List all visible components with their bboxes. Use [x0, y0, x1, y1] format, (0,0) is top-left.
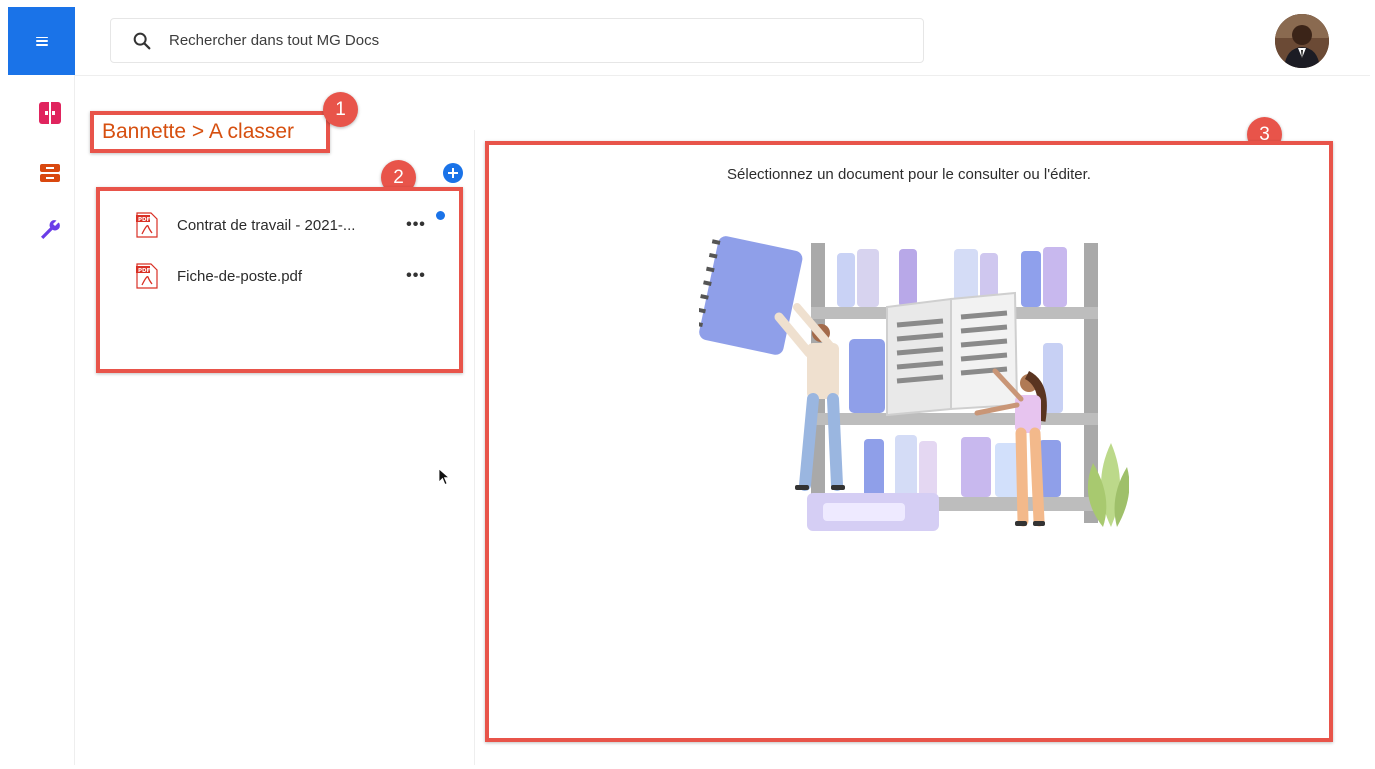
file-name: Contrat de travail - 2021-...: [177, 216, 356, 234]
avatar-photo-icon: [1275, 14, 1329, 68]
sidebar: [8, 75, 75, 765]
list-item[interactable]: PDF Fiche-de-poste.pdf •••: [136, 258, 436, 294]
hamburger-icon: [35, 36, 48, 46]
annotation-badge-1: 1: [323, 92, 358, 127]
add-document-button[interactable]: [443, 163, 463, 183]
file-name: Fiche-de-poste.pdf: [177, 267, 303, 285]
svg-text:PDF: PDF: [138, 217, 151, 223]
search-input[interactable]: Rechercher dans tout MG Docs: [169, 32, 379, 49]
bookshelf-illustration: [699, 236, 1129, 531]
search-icon: [133, 32, 151, 49]
pdf-file-icon: PDF: [136, 212, 158, 238]
breadcrumb-highlight: Bannette > A classer: [90, 111, 330, 153]
panel-divider: [474, 130, 475, 765]
file-list: PDF Contrat de travail - 2021-... ••• PD…: [96, 187, 463, 373]
svg-text:PDF: PDF: [138, 268, 151, 274]
plus-icon: [448, 168, 458, 178]
wrench-icon[interactable]: [38, 217, 62, 241]
header-divider: [75, 75, 1370, 76]
user-avatar[interactable]: [1275, 14, 1329, 68]
inbox-tray-icon[interactable]: [38, 161, 62, 185]
document-viewer: Sélectionnez un document pour le consult…: [485, 141, 1333, 742]
unread-indicator: [436, 211, 445, 220]
search-bar[interactable]: Rechercher dans tout MG Docs: [110, 18, 924, 63]
empty-state-message: Sélectionnez un document pour le consult…: [727, 166, 1091, 183]
pdf-file-icon: PDF: [136, 263, 158, 289]
list-item[interactable]: PDF Contrat de travail - 2021-... •••: [136, 207, 436, 243]
more-options-icon[interactable]: •••: [406, 267, 426, 284]
menu-button[interactable]: [8, 7, 75, 75]
more-options-icon[interactable]: •••: [406, 216, 426, 233]
mouse-cursor-icon: [438, 468, 450, 486]
breadcrumb[interactable]: Bannette > A classer: [102, 120, 294, 144]
split-document-icon[interactable]: [38, 101, 62, 125]
